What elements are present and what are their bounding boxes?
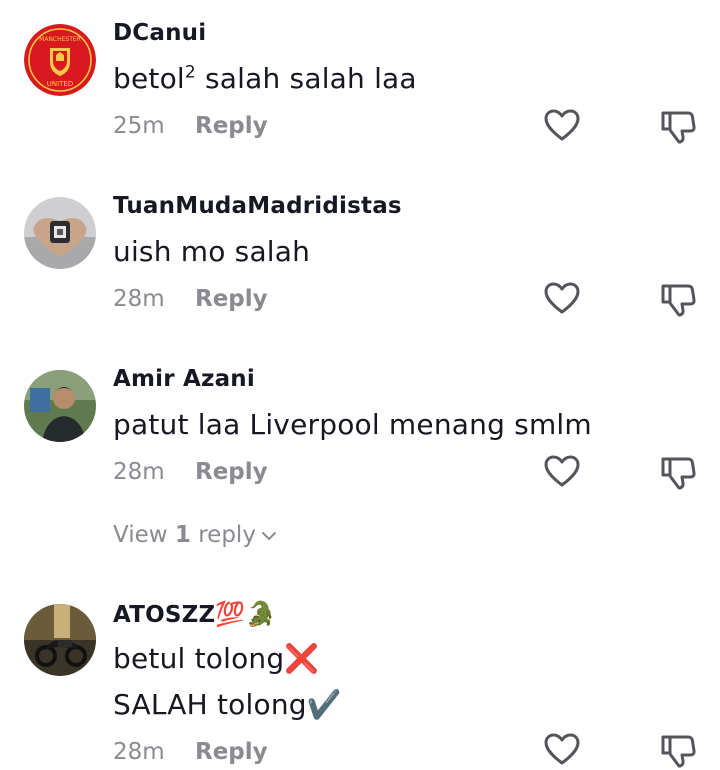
like-button[interactable] xyxy=(542,279,582,319)
avatar[interactable] xyxy=(24,370,96,442)
username-emojis: 💯🐊 xyxy=(215,600,276,628)
comment-text-line1: betul tolong xyxy=(113,642,285,675)
comment-username[interactable]: Amir Azani xyxy=(113,366,255,392)
comment-username[interactable]: DCanui xyxy=(113,20,206,46)
comment-text: uish mo salah xyxy=(113,235,311,268)
comment-timestamp: 28m xyxy=(113,286,165,312)
comment-text-main: betol xyxy=(113,62,185,95)
avatar[interactable]: MANCHESTER UNITED xyxy=(24,24,96,96)
comment-timestamp: 28m xyxy=(113,739,165,765)
heart-icon xyxy=(544,109,580,141)
avatar-text-bottom: UNITED xyxy=(47,80,74,88)
comment-text-line: SALAH tolong✔️ xyxy=(113,688,342,721)
thumbs-down-icon xyxy=(661,457,696,490)
view-replies-button[interactable]: View 1 reply xyxy=(113,522,278,548)
manchester-united-crest-icon: MANCHESTER UNITED xyxy=(24,24,96,96)
like-button[interactable] xyxy=(542,106,582,146)
comment-timestamp: 25m xyxy=(113,113,165,139)
comment-thread: MANCHESTER UNITED DCanui betol2 salah sa… xyxy=(0,0,720,770)
chevron-down-icon xyxy=(261,531,276,540)
avatar[interactable] xyxy=(24,197,96,269)
thumbs-down-icon xyxy=(661,284,696,317)
thumbs-down-icon xyxy=(661,735,696,768)
heart-icon xyxy=(544,455,580,487)
dislike-button[interactable] xyxy=(658,730,698,770)
view-replies-count: 1 xyxy=(174,522,191,548)
hands-heart-photo-icon xyxy=(24,197,96,269)
comment-text: patut laa Liverpool menang smlm xyxy=(113,408,592,441)
comment-text-superscript: 2 xyxy=(184,62,196,83)
dislike-button[interactable] xyxy=(658,279,698,319)
comment-username[interactable]: TuanMudaMadridistas xyxy=(113,193,402,219)
avatar[interactable] xyxy=(24,604,96,676)
person-photo-icon xyxy=(24,370,96,442)
comment-text-line2: SALAH tolong xyxy=(113,688,307,721)
comment-text-line: betul tolong❌ xyxy=(113,642,319,675)
view-replies-prefix: View xyxy=(113,522,175,548)
comment-text: betol2 salah salah laa xyxy=(113,62,417,95)
reply-button[interactable]: Reply xyxy=(195,113,268,139)
comment-text-rest: salah salah laa xyxy=(195,62,417,95)
heart-icon xyxy=(544,733,580,765)
dislike-button[interactable] xyxy=(658,452,698,492)
reply-button[interactable]: Reply xyxy=(195,739,268,765)
heart-icon xyxy=(544,282,580,314)
motorcycle-photo-icon xyxy=(24,604,96,676)
comment-timestamp: 28m xyxy=(113,459,165,485)
reply-button[interactable]: Reply xyxy=(195,459,268,485)
like-button[interactable] xyxy=(542,452,582,492)
dislike-button[interactable] xyxy=(658,106,698,146)
comment-username-text: ATOSZZ xyxy=(113,602,216,628)
like-button[interactable] xyxy=(542,730,582,770)
view-replies-suffix: reply xyxy=(190,522,256,548)
comment-username[interactable]: ATOSZZ💯🐊 xyxy=(113,600,276,628)
reply-button[interactable]: Reply xyxy=(195,286,268,312)
check-mark-icon: ✔️ xyxy=(306,688,342,721)
cross-mark-icon: ❌ xyxy=(284,642,320,675)
avatar-text-top: MANCHESTER xyxy=(39,36,81,43)
thumbs-down-icon xyxy=(661,111,696,144)
